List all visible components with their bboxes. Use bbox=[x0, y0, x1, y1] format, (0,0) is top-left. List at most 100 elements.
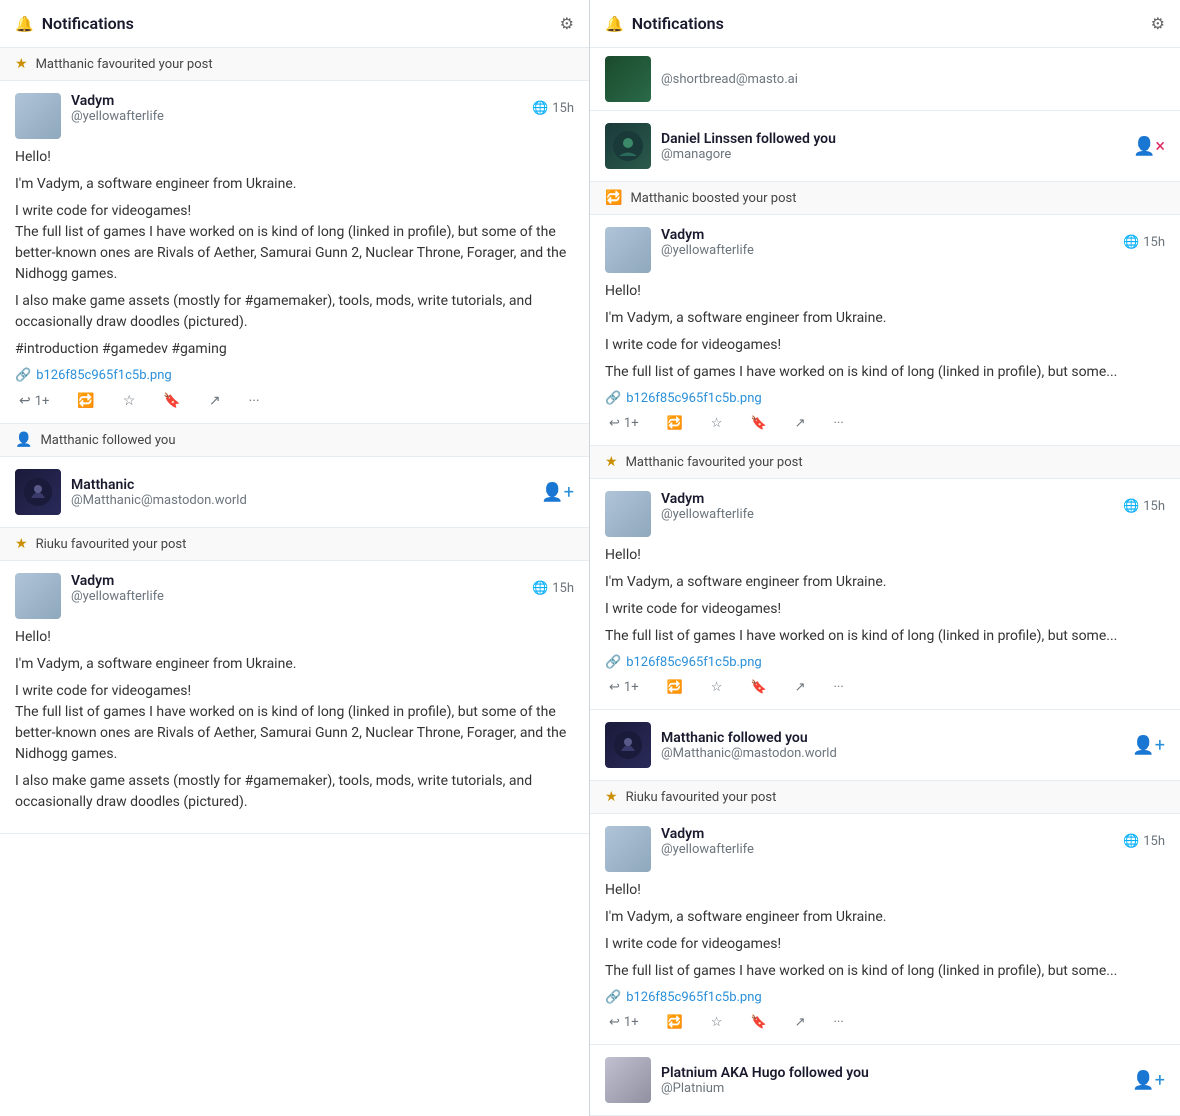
follow-display-1[interactable]: Matthanic bbox=[71, 477, 247, 493]
right-panel: 🔔 Notifications ⚙ @shortbread@masto.ai bbox=[590, 0, 1180, 1116]
display-name-2[interactable]: Vadym bbox=[71, 573, 164, 589]
post-actions-1: ↩ 1+ 🔁 ☆ 🔖 ↗ ··· bbox=[15, 391, 574, 411]
right-more-btn-3[interactable]: ··· bbox=[830, 1013, 848, 1032]
right-reply-btn-2[interactable]: ↩ 1+ bbox=[605, 678, 643, 697]
right-timestamp-3: 🌐 15h bbox=[1123, 834, 1165, 849]
right-line-1-4: The full list of games I have worked on … bbox=[605, 362, 1165, 383]
right-line-2-4: The full list of games I have worked on … bbox=[605, 626, 1165, 647]
right-settings-icon[interactable]: ⚙ bbox=[1151, 14, 1165, 33]
right-bm-btn-1[interactable]: 🔖 bbox=[746, 414, 770, 433]
right-boost-btn-2[interactable]: 🔁 bbox=[663, 678, 687, 697]
right-post-card-1: Vadym @yellowafterlife 🌐 15h Hello! I'm … bbox=[590, 215, 1180, 446]
right-display-name-2[interactable]: Vadym bbox=[661, 491, 754, 507]
more-btn-1[interactable]: ··· bbox=[245, 391, 264, 411]
right-reply-btn-1[interactable]: ↩ 1+ bbox=[605, 414, 643, 433]
right-reply-icon-2: ↩ bbox=[609, 680, 620, 695]
username-2[interactable]: @yellowafterlife bbox=[71, 589, 164, 604]
right-attachment-2[interactable]: 🔗 b126f85c965f1c5b.png bbox=[605, 655, 1165, 670]
right-panel-title: Notifications bbox=[632, 14, 724, 33]
post-content-1: Hello! I'm Vadym, a software engineer fr… bbox=[15, 147, 574, 360]
post-line-2-1: Hello! bbox=[15, 627, 574, 648]
right-star-icon-1: ★ bbox=[605, 454, 618, 470]
avatar-1-placeholder bbox=[15, 93, 61, 139]
post-card-2: Vadym @yellowafterlife 🌐 15h Hello! I'm … bbox=[0, 561, 589, 834]
right-avatar-1-placeholder bbox=[605, 227, 651, 273]
right-share-icon-2: ↗ bbox=[795, 680, 806, 695]
right-ts-2: 15h bbox=[1143, 499, 1165, 514]
right-share-btn-2[interactable]: ↗ bbox=[791, 678, 810, 697]
post-meta-top-2: Vadym @yellowafterlife 🌐 15h bbox=[71, 573, 574, 604]
right-attachment-3[interactable]: 🔗 b126f85c965f1c5b.png bbox=[605, 990, 1165, 1005]
right-display-name-3[interactable]: Vadym bbox=[661, 826, 754, 842]
right-username-2[interactable]: @yellowafterlife bbox=[661, 507, 754, 522]
right-line-3-2: I'm Vadym, a software engineer from Ukra… bbox=[605, 907, 1165, 928]
follow-add-btn-matthanic-right[interactable]: 👤+ bbox=[1132, 735, 1165, 756]
right-more-btn-2[interactable]: ··· bbox=[830, 678, 848, 697]
right-more-icon-1: ··· bbox=[834, 416, 844, 431]
shortbread-handle[interactable]: @shortbread@masto.ai bbox=[661, 72, 1165, 87]
reply-btn-1[interactable]: ↩ 1+ bbox=[15, 391, 53, 411]
right-share-btn-1[interactable]: ↗ bbox=[791, 414, 810, 433]
link-icon-1: 🔗 bbox=[15, 368, 31, 383]
right-post-card-3: Vadym @yellowafterlife 🌐 15h Hello! I'm … bbox=[590, 814, 1180, 1045]
right-boost-btn-1[interactable]: 🔁 bbox=[663, 414, 687, 433]
right-username-1[interactable]: @yellowafterlife bbox=[661, 243, 754, 258]
right-boost-btn-3[interactable]: 🔁 bbox=[663, 1013, 687, 1032]
right-link-icon-2: 🔗 bbox=[605, 655, 621, 670]
right-bm-btn-3[interactable]: 🔖 bbox=[746, 1013, 770, 1032]
right-line-2-1: Hello! bbox=[605, 545, 1165, 566]
follow-icon-1: 👤 bbox=[15, 432, 32, 448]
attachment-link-1[interactable]: 🔗 b126f85c965f1c5b.png bbox=[15, 368, 574, 383]
right-avatar-2-placeholder bbox=[605, 491, 651, 537]
follow-text-daniel: Daniel Linssen followed you @managore bbox=[661, 131, 836, 162]
bookmark-btn-1[interactable]: 🔖 bbox=[159, 391, 184, 411]
right-more-icon-2: ··· bbox=[834, 680, 844, 695]
right-fav-btn-3[interactable]: ☆ bbox=[707, 1013, 727, 1032]
follow-card-1: Matthanic @Matthanic@mastodon.world 👤+ bbox=[0, 457, 589, 528]
top-partial-meta: @shortbread@masto.ai bbox=[661, 72, 1165, 87]
right-timestamp-1: 🌐 15h bbox=[1123, 235, 1165, 250]
right-username-3[interactable]: @yellowafterlife bbox=[661, 842, 754, 857]
bell-icon: 🔔 bbox=[15, 15, 34, 33]
display-name-1[interactable]: Vadym bbox=[71, 93, 164, 109]
right-display-name-1[interactable]: Vadym bbox=[661, 227, 754, 243]
right-reply-btn-3[interactable]: ↩ 1+ bbox=[605, 1013, 643, 1032]
bm-icon-1: 🔖 bbox=[163, 393, 180, 409]
right-boost-icon-2: 🔁 bbox=[667, 680, 683, 695]
follow-remove-btn-daniel[interactable]: 👤× bbox=[1133, 136, 1165, 157]
share-icon-1: ↗ bbox=[209, 393, 221, 409]
post-header-1: Vadym @yellowafterlife 🌐 15h bbox=[15, 93, 574, 139]
follow-card-daniel: Daniel Linssen followed you @managore 👤× bbox=[590, 111, 1180, 182]
right-ts-3: 15h bbox=[1143, 834, 1165, 849]
post-line-1-1: Hello! bbox=[15, 147, 574, 168]
follow-handle-platnium[interactable]: @Platnium bbox=[661, 1081, 869, 1096]
star-icon-1: ★ bbox=[15, 56, 28, 72]
share-btn-1[interactable]: ↗ bbox=[205, 391, 225, 411]
right-globe-2: 🌐 bbox=[1123, 499, 1139, 514]
follow-handle-daniel[interactable]: @managore bbox=[661, 147, 836, 162]
globe-icon-2: 🌐 bbox=[532, 581, 548, 596]
left-settings-icon[interactable]: ⚙ bbox=[560, 14, 574, 33]
reply-icon-1: ↩ bbox=[19, 393, 31, 409]
follow-text-matthanic-right: Matthanic followed you @Matthanic@mastod… bbox=[661, 730, 837, 761]
right-fav-icon-1: ☆ bbox=[711, 416, 723, 431]
right-attachment-1[interactable]: 🔗 b126f85c965f1c5b.png bbox=[605, 391, 1165, 406]
timestamp-1-val: 15h bbox=[552, 101, 574, 116]
follow-add-btn-platnium[interactable]: 👤+ bbox=[1132, 1070, 1165, 1091]
follow-handle-matthanic-right[interactable]: @Matthanic@mastodon.world bbox=[661, 746, 837, 761]
right-fav-btn-2[interactable]: ☆ bbox=[707, 678, 727, 697]
right-more-btn-1[interactable]: ··· bbox=[830, 414, 848, 433]
right-bm-btn-2[interactable]: 🔖 bbox=[746, 678, 770, 697]
right-globe-3: 🌐 bbox=[1123, 834, 1139, 849]
attachment-name-1: b126f85c965f1c5b.png bbox=[36, 368, 172, 383]
right-fav-btn-1[interactable]: ☆ bbox=[707, 414, 727, 433]
follow-handle-1[interactable]: @Matthanic@mastodon.world bbox=[71, 493, 247, 508]
right-share-btn-3[interactable]: ↗ bbox=[791, 1013, 810, 1032]
follow-add-btn-1[interactable]: 👤+ bbox=[541, 482, 574, 503]
boost-btn-1[interactable]: 🔁 bbox=[73, 391, 98, 411]
favourite-btn-1[interactable]: ☆ bbox=[119, 391, 140, 411]
right-post-actions-3: ↩ 1+ 🔁 ☆ 🔖 ↗ ··· bbox=[605, 1013, 1165, 1032]
username-1[interactable]: @yellowafterlife bbox=[71, 109, 164, 124]
top-partial-item: @shortbread@masto.ai bbox=[590, 48, 1180, 111]
right-line-2-3: I write code for videogames! bbox=[605, 599, 1165, 620]
